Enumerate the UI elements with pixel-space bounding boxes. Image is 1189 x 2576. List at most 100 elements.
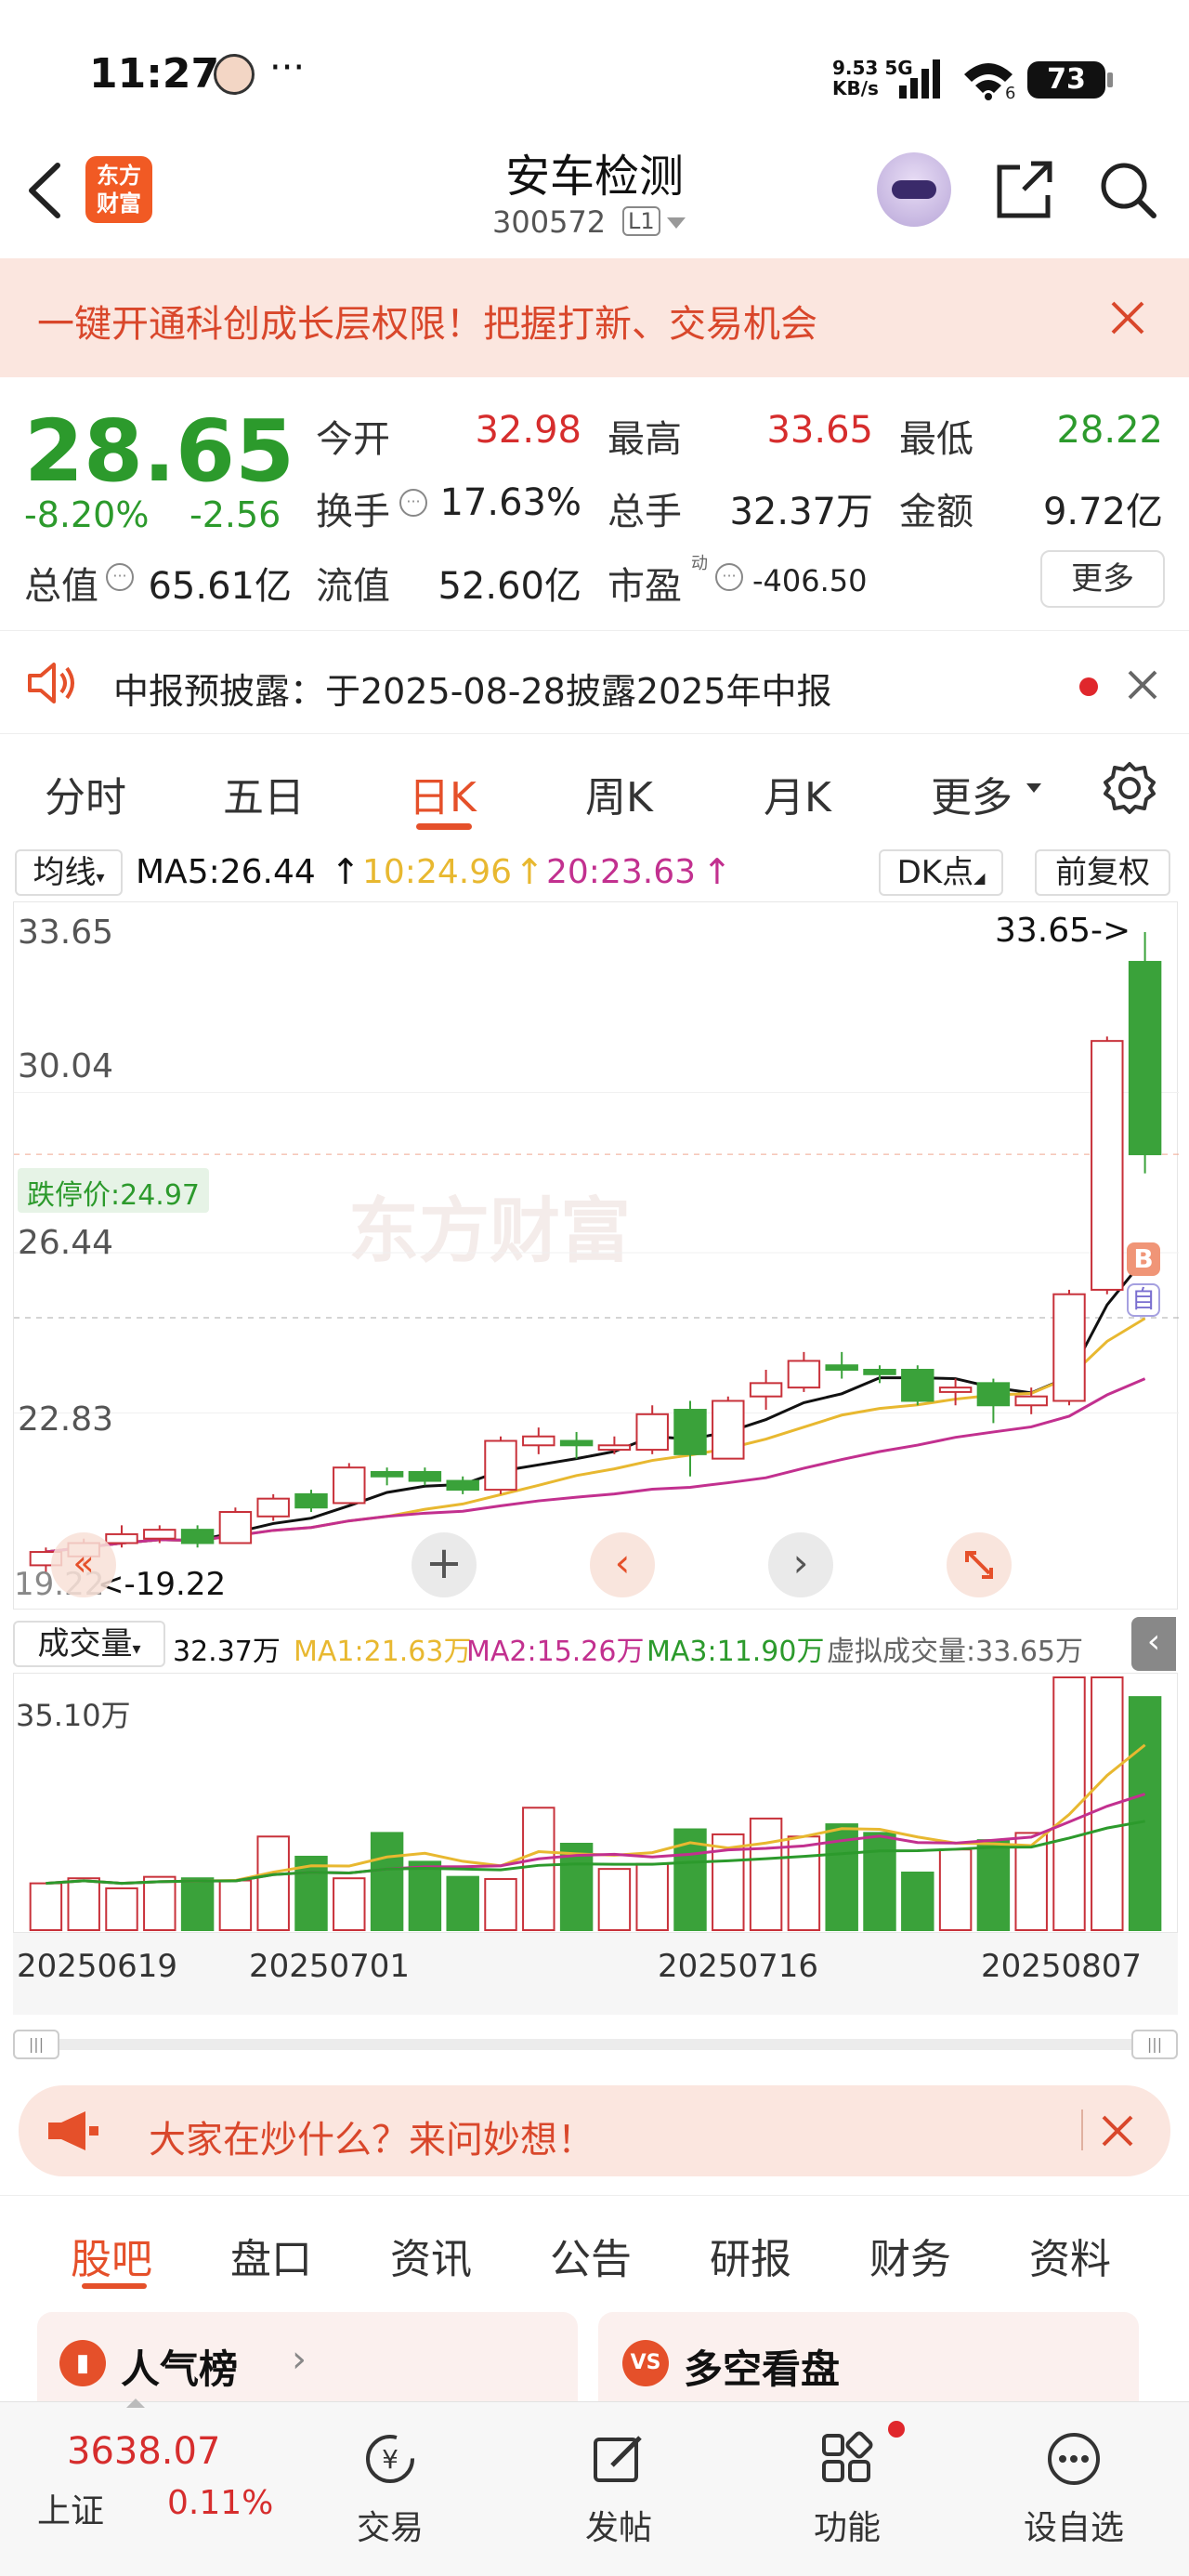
nav-functions[interactable]: 功能 [773,2421,921,2549]
chevron-left-icon[interactable]: ‹ [590,1532,655,1597]
tab-intraday[interactable]: 分时 [45,764,126,823]
ma-selector[interactable]: 均线▾ [15,849,123,896]
nav-post[interactable]: 发帖 [544,2430,693,2549]
pe-label: 市盈 [608,565,682,608]
y-tick-label: 26.44 [18,1224,114,1262]
info-dots-icon[interactable]: ··· [106,563,134,591]
tab-research[interactable]: 研报 [710,2226,791,2285]
volume-chart-area[interactable]: 35.10万 [13,1673,1178,1933]
dropdown-caret-icon[interactable] [665,216,687,230]
more-button[interactable]: 更多 [1040,550,1165,608]
info-dots-icon[interactable]: ··· [715,563,743,591]
date-label: 20250716 [658,1948,819,1985]
low-marker-label: <-19.22 [98,1566,227,1603]
eastmoney-logo[interactable]: 东方 财富 [85,156,152,223]
volume-bar [749,1817,783,1932]
zoom-in-button[interactable]: + [412,1532,477,1597]
volume-indicator-row: 成交量▾ 32.37万 MA1:21.63万 MA2:15.26万 MA3:11… [0,1617,1189,1673]
tab-monthly-k[interactable]: 月K [764,764,831,823]
range-scrollbar[interactable]: ||| ||| [13,2028,1178,2061]
candle-body [938,1387,973,1393]
tab-five-day[interactable]: 五日 [223,764,305,823]
info-dots-icon[interactable]: ··· [399,489,427,517]
volume-bar [787,1835,821,1931]
buy-marker-badge[interactable]: B [1127,1242,1160,1276]
ai-assistant-icon[interactable] [877,152,951,227]
volume-bar [105,1887,138,1932]
self-select-marker[interactable]: 自 [1127,1283,1160,1317]
range-handle-left[interactable]: ||| [13,2030,59,2059]
rewind-button[interactable]: « [51,1532,116,1597]
back-arrow-icon[interactable] [22,160,67,221]
tab-guba[interactable]: 股吧 [71,2226,152,2285]
search-icon[interactable] [1096,158,1159,221]
candle-body [1091,1040,1124,1291]
index-change[interactable]: 0.11% [167,2484,273,2522]
app-notification-icon [214,54,255,95]
date-label: 20250701 [249,1948,411,1985]
quote-panel: 28.65 -8.20% -2.56 今开 32.98 最高 33.65 最低 … [0,377,1189,628]
ask-ai-banner[interactable]: 大家在炒什么？来问妙想！ [19,2085,1170,2176]
candlestick-chart[interactable]: 东方财富 [14,902,1179,1610]
speaker-icon [28,663,74,703]
unread-dot [888,2421,905,2438]
candle-body [976,1382,1011,1407]
price-chart-area[interactable]: 东方财富 33.65 30.04 26.44 22.83 33.65-> 跌停价… [13,901,1179,1610]
volume-bar [1128,1696,1162,1932]
more-circle-icon [1048,2433,1100,2485]
tab-news[interactable]: 资讯 [390,2226,472,2285]
index-name[interactable]: 上证 [37,2484,104,2532]
close-icon[interactable] [1124,666,1161,703]
volume-value: 32.37万 [729,491,873,533]
limit-down-label: 跌停价:24.97 [18,1168,209,1213]
tab-pankou[interactable]: 盘口 [230,2226,312,2285]
candle-body [484,1439,517,1492]
fullscreen-icon[interactable] [947,1532,1012,1597]
collapse-panel-button[interactable]: ‹ [1131,1617,1176,1671]
tab-more[interactable]: 更多 [931,764,1013,823]
nav-watchlist[interactable]: 设自选 [1000,2430,1148,2549]
dk-point-button[interactable]: DK点◢ [879,849,1003,896]
index-value[interactable]: 3638.07 [67,2430,220,2473]
tab-finance[interactable]: 财务 [869,2226,951,2285]
vs-icon: VS [622,2340,669,2386]
adjust-mode-button[interactable]: 前复权 [1035,849,1170,896]
expand-caret-icon[interactable] [126,2399,145,2408]
volume-bar [635,1862,669,1932]
candle-body [825,1364,858,1371]
active-tab-indicator [82,2283,147,2289]
market-cap-label: 总值 [24,565,98,608]
candle-body [635,1413,669,1452]
candle-body [673,1409,707,1455]
volume-selector[interactable]: 成交量▾ [13,1621,165,1667]
promo-banner[interactable]: 一键开通科创成长层权限！把握打新、交易机会 [0,258,1189,377]
tab-announcements[interactable]: 公告 [550,2226,632,2285]
candle-body [408,1470,442,1482]
volume-bar [597,1868,632,1931]
share-icon[interactable] [992,160,1055,221]
bull-bear-label: 多空看盘 [684,2346,841,2392]
bottom-nav: 3638.07 上证 0.11% ¥ 交易 发帖 功能 设自选 [0,2399,1189,2576]
dropdown-caret-icon[interactable] [1026,782,1042,794]
promo-text: 一键开通科创成长层权限！把握打新、交易机会 [37,303,817,346]
amount-value: 9.72亿 [1042,491,1163,533]
close-icon[interactable] [1098,2111,1137,2150]
gear-icon[interactable] [1102,760,1157,816]
up-arrow-icon: ↑ [515,851,544,892]
pe-dynamic-sup: 动 [691,554,708,573]
turnover-value: 17.63% [439,481,581,524]
ask-ai-text: 大家在炒什么？来问妙想！ [149,2119,594,2162]
level-badge[interactable]: L1 [622,206,660,236]
report-notice[interactable]: 中报预披露：于2025-08-28披露2025年中报 [0,630,1189,734]
vol-ma2: MA2:15.26万 [466,1636,645,1668]
candle-body [143,1529,176,1540]
tab-weekly-k[interactable]: 周K [585,764,653,823]
close-icon[interactable] [1107,297,1148,338]
chevron-right-icon[interactable]: › [768,1532,833,1597]
tab-profile[interactable]: 资料 [1029,2226,1111,2285]
tab-daily-k[interactable]: 日K [409,764,477,823]
candle-body [1014,1395,1048,1407]
range-handle-right[interactable]: ||| [1131,2030,1178,2059]
nav-trade[interactable]: ¥ 交易 [316,2430,464,2549]
y-tick-label: 30.04 [18,1047,114,1085]
